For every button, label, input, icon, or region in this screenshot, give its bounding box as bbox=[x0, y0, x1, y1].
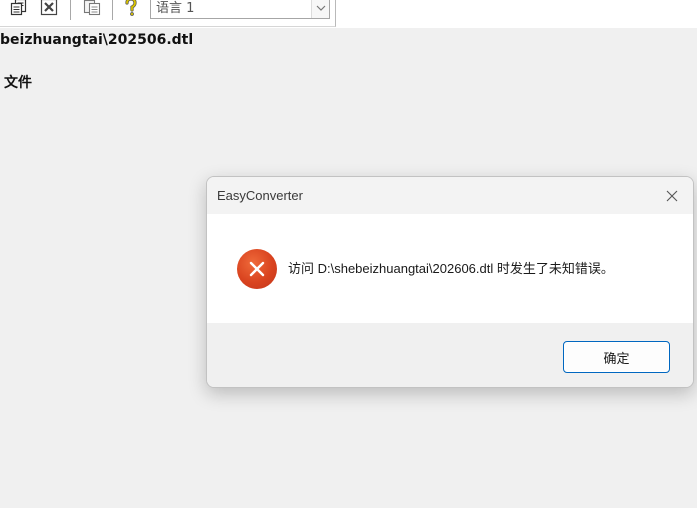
copy-icon bbox=[10, 0, 27, 16]
file-path-text: beizhuangtai\202506.dtl bbox=[0, 32, 194, 48]
dialog-title: EasyConverter bbox=[217, 188, 303, 203]
language-select-dropdown[interactable] bbox=[311, 0, 329, 18]
language-select[interactable]: 语言 1 bbox=[150, 0, 330, 19]
help-button[interactable] bbox=[121, 0, 141, 17]
dialog-message: 访问 D:\shebeizhuangtai\202606.dtl 时发生了未知错… bbox=[288, 261, 614, 276]
language-select-value: 语言 1 bbox=[156, 1, 195, 16]
toolbar-strip: 语言 1 bbox=[0, 0, 697, 28]
close-file-icon bbox=[40, 0, 58, 16]
close-file-button[interactable] bbox=[39, 0, 59, 17]
toolbar-separator bbox=[70, 0, 71, 20]
error-dialog: EasyConverter 访问 D:\shebeizhuangtai\2026… bbox=[206, 176, 694, 388]
dialog-content: 访问 D:\shebeizhuangtai\202606.dtl 时发生了未知错… bbox=[207, 214, 693, 323]
ok-button[interactable]: 确定 bbox=[563, 341, 670, 373]
copy-button[interactable] bbox=[9, 0, 29, 17]
file-label: 文件 bbox=[4, 75, 32, 91]
toolbar: 语言 1 bbox=[0, 0, 336, 27]
chevron-down-icon bbox=[316, 5, 325, 11]
close-icon bbox=[666, 190, 678, 202]
paste-button[interactable] bbox=[82, 0, 102, 17]
error-cross-glyph bbox=[249, 261, 265, 277]
dialog-titlebar[interactable]: EasyConverter bbox=[207, 177, 693, 214]
dialog-close-button[interactable] bbox=[659, 183, 685, 209]
help-icon bbox=[125, 0, 137, 16]
paste-icon bbox=[83, 0, 101, 16]
toolbar-separator bbox=[112, 0, 113, 20]
dialog-footer: 确定 bbox=[207, 323, 693, 387]
error-icon bbox=[237, 249, 277, 289]
